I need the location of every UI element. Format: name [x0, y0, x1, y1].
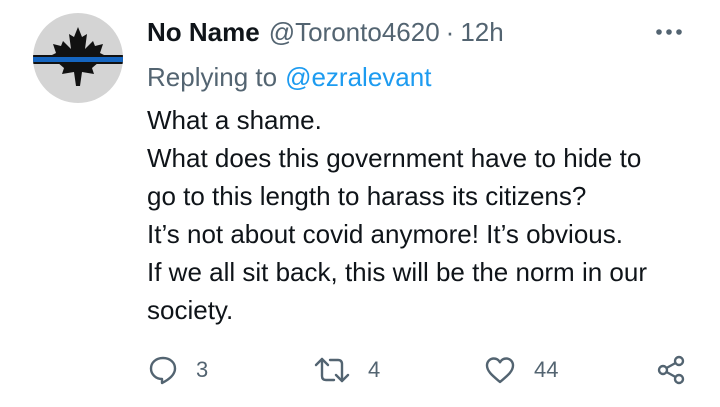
tweet-text-line: go to this length to harass its citizens…: [147, 181, 587, 211]
maple-leaf-thin-blue-line-icon: [33, 13, 123, 103]
tweet-timestamp[interactable]: 12h: [460, 17, 503, 48]
more-horizontal-icon: [656, 29, 682, 35]
tweet-actions: 3 4 44: [0, 350, 720, 390]
reply-button[interactable]: 3: [148, 350, 208, 390]
retweet-icon: [314, 357, 350, 383]
display-name[interactable]: No Name: [147, 17, 260, 48]
like-count: 44: [534, 357, 559, 382]
tweet-text-line: It’s not about covid anymore! It’s obvio…: [147, 219, 623, 249]
replying-to-link[interactable]: @ezralevant: [285, 62, 431, 93]
reply-count: 3: [196, 357, 209, 382]
retweet-button[interactable]: 4: [314, 350, 380, 390]
tweet-text: What a shame. What does this government …: [147, 101, 707, 329]
heart-icon: [485, 357, 515, 384]
share-icon: [657, 355, 685, 385]
share-button[interactable]: [655, 350, 687, 390]
more-options-button[interactable]: [654, 24, 684, 40]
replying-to: Replying to @ezralevant: [147, 59, 431, 95]
user-handle[interactable]: @Toronto4620: [269, 17, 440, 48]
tweet[interactable]: No Name @Toronto4620 · 12h Replying to @…: [0, 0, 720, 407]
tweet-header: No Name @Toronto4620 · 12h: [147, 14, 504, 50]
retweet-count: 4: [368, 357, 381, 382]
tweet-text-line: If we all sit back, this will be the nor…: [147, 257, 647, 287]
header-separator: ·: [445, 16, 455, 47]
like-button[interactable]: 44: [484, 350, 558, 390]
avatar[interactable]: [33, 13, 123, 103]
tweet-text-line: society.: [147, 295, 234, 325]
tweet-text-line: What does this government have to hide t…: [147, 143, 642, 173]
replying-to-label: Replying to: [147, 61, 278, 92]
reply-icon: [149, 356, 177, 385]
tweet-text-line: What a shame.: [147, 105, 322, 135]
